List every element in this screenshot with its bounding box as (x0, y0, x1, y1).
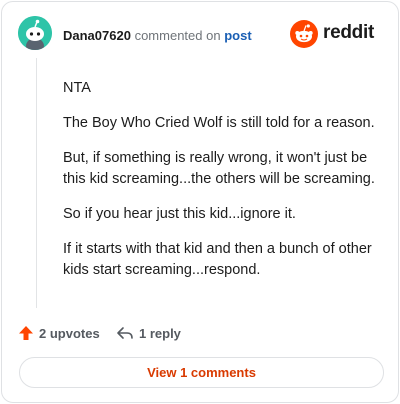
reddit-logo[interactable]: reddit (290, 20, 382, 48)
comment-card: Dana07620 commented on post reddit NTA T… (1, 1, 399, 403)
thread-line (36, 58, 37, 308)
reply-count: 1 reply (139, 325, 181, 341)
comment-paragraph: NTA (63, 80, 91, 96)
upvotes-count: 2 upvotes (39, 325, 100, 341)
comment-paragraph: But, if something is really wrong, it wo… (63, 150, 375, 187)
comment-header: Dana07620 commented on post reddit (18, 16, 382, 52)
post-link[interactable]: post (224, 28, 251, 43)
comment-meta: Dana07620 commented on post (63, 28, 252, 43)
reddit-wordmark: reddit (323, 22, 374, 43)
reply-button[interactable]: 1 reply (116, 322, 181, 344)
upvote-arrow-icon (19, 326, 33, 340)
author-name[interactable]: Dana07620 (63, 28, 131, 43)
comment-body: NTA The Boy Who Cried Wolf is still told… (63, 78, 385, 295)
reddit-logo-icon (290, 20, 318, 48)
comment-paragraph: So if you hear just this kid...ignore it… (63, 206, 296, 222)
upvote-button[interactable]: 2 upvotes (18, 322, 100, 344)
commented-on-text: commented on (134, 28, 221, 43)
comment-paragraph: The Boy Who Cried Wolf is still told for… (63, 115, 375, 131)
view-comments-button[interactable]: View 1 comments (19, 357, 384, 388)
reply-arrow-icon (117, 327, 133, 339)
comment-paragraph: If it starts with that kid and then a bu… (63, 241, 372, 278)
snoo-avatar-icon[interactable] (18, 16, 52, 50)
